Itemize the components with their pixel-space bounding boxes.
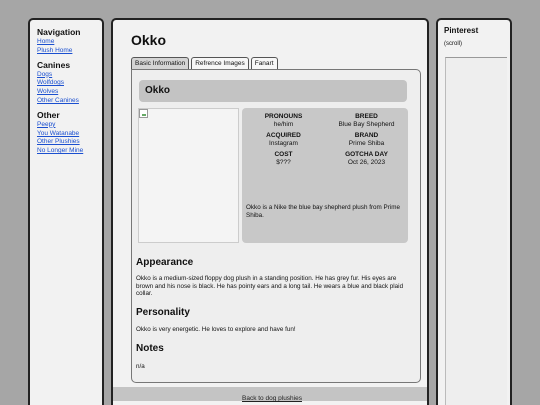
pinterest-panel: Pinterest (scroll) bbox=[436, 18, 512, 405]
personality-heading: Personality bbox=[136, 307, 190, 318]
info-value: Blue Bay Shepherd bbox=[338, 121, 395, 128]
info-gotcha-day: GOTCHA DAY Oct 26, 2023 bbox=[325, 151, 408, 167]
nav-link-wolfdogs[interactable]: Wolfdogs bbox=[37, 79, 95, 88]
tab-content: Okko PRONOUNS he/him BREED Blue Bay Shep… bbox=[131, 69, 421, 383]
tab-fanart[interactable]: Fanart bbox=[250, 57, 278, 69]
info-pronouns: PRONOUNS he/him bbox=[242, 113, 325, 129]
tab-bar: Basic Information Refrence Images Fanart bbox=[131, 57, 278, 69]
plush-description: Okko is a Nike the blue bay shepherd plu… bbox=[246, 204, 400, 219]
info-label: BRAND bbox=[354, 132, 379, 139]
info-breed: BREED Blue Bay Shepherd bbox=[325, 113, 408, 129]
nav-link-peepy[interactable]: Peepy bbox=[37, 121, 95, 130]
info-cost: COST $??? bbox=[242, 151, 325, 167]
tab-basic-information[interactable]: Basic Information bbox=[131, 57, 190, 69]
info-value: Oct 26, 2023 bbox=[347, 159, 386, 166]
info-label: GOTCHA DAY bbox=[345, 151, 388, 158]
appearance-heading: Appearance bbox=[136, 257, 194, 268]
info-label: PRONOUNS bbox=[264, 113, 303, 120]
info-value: $??? bbox=[276, 159, 291, 166]
notes-heading: Notes bbox=[136, 343, 164, 354]
pinterest-embed[interactable] bbox=[445, 57, 507, 405]
footer-bar: Back to dog plushies bbox=[113, 387, 427, 402]
main-panel: Okko Basic Information Refrence Images F… bbox=[111, 18, 429, 405]
info-label: COST bbox=[274, 151, 293, 158]
info-label: ACQUIRED bbox=[266, 132, 301, 139]
plush-photo bbox=[138, 108, 239, 243]
nav-link-plush-home[interactable]: Plush Home bbox=[37, 47, 95, 56]
pinterest-title: Pinterest bbox=[444, 26, 479, 35]
nav-link-wolves[interactable]: Wolves bbox=[37, 88, 95, 97]
pinterest-scroll-hint: (scroll) bbox=[444, 41, 462, 47]
nav-link-you-watanabe[interactable]: You Watanabe bbox=[37, 130, 95, 139]
nav-link-no-longer-mine[interactable]: No Longer Mine bbox=[37, 147, 95, 156]
tab-reference-images[interactable]: Refrence Images bbox=[191, 57, 249, 69]
broken-image-icon bbox=[139, 109, 148, 118]
info-label: BREED bbox=[355, 113, 378, 120]
back-to-dog-plushies-link[interactable]: Back to dog plushies bbox=[242, 395, 302, 402]
info-box: PRONOUNS he/him BREED Blue Bay Shepherd … bbox=[242, 108, 408, 243]
info-acquired: ACQUIRED Instagram bbox=[242, 132, 325, 148]
info-value: he/him bbox=[273, 121, 294, 128]
nav-link-other-canines[interactable]: Other Canines bbox=[37, 97, 95, 106]
info-brand: BRAND Prime Shiba bbox=[325, 132, 408, 148]
name-banner: Okko bbox=[139, 80, 407, 102]
nav-title: Navigation bbox=[37, 27, 81, 37]
info-value: Prime Shiba bbox=[348, 140, 385, 147]
appearance-text: Okko is a medium-sized floppy dog plush … bbox=[136, 275, 404, 297]
nav-link-dogs[interactable]: Dogs bbox=[37, 71, 95, 80]
nav-link-home[interactable]: Home bbox=[37, 38, 95, 47]
info-value: Instagram bbox=[269, 140, 298, 147]
plush-name: Okko bbox=[145, 85, 171, 96]
notes-text: n/a bbox=[136, 363, 145, 370]
page-title: Okko bbox=[131, 32, 167, 48]
navigation-panel: Navigation Home Plush Home Canines Dogs … bbox=[28, 18, 104, 405]
nav-heading-canines: Canines bbox=[37, 59, 71, 70]
nav-link-other-plushies[interactable]: Other Plushies bbox=[37, 138, 95, 147]
nav-heading-other: Other bbox=[37, 109, 60, 120]
personality-text: Okko is very energetic. He loves to expl… bbox=[136, 326, 296, 333]
